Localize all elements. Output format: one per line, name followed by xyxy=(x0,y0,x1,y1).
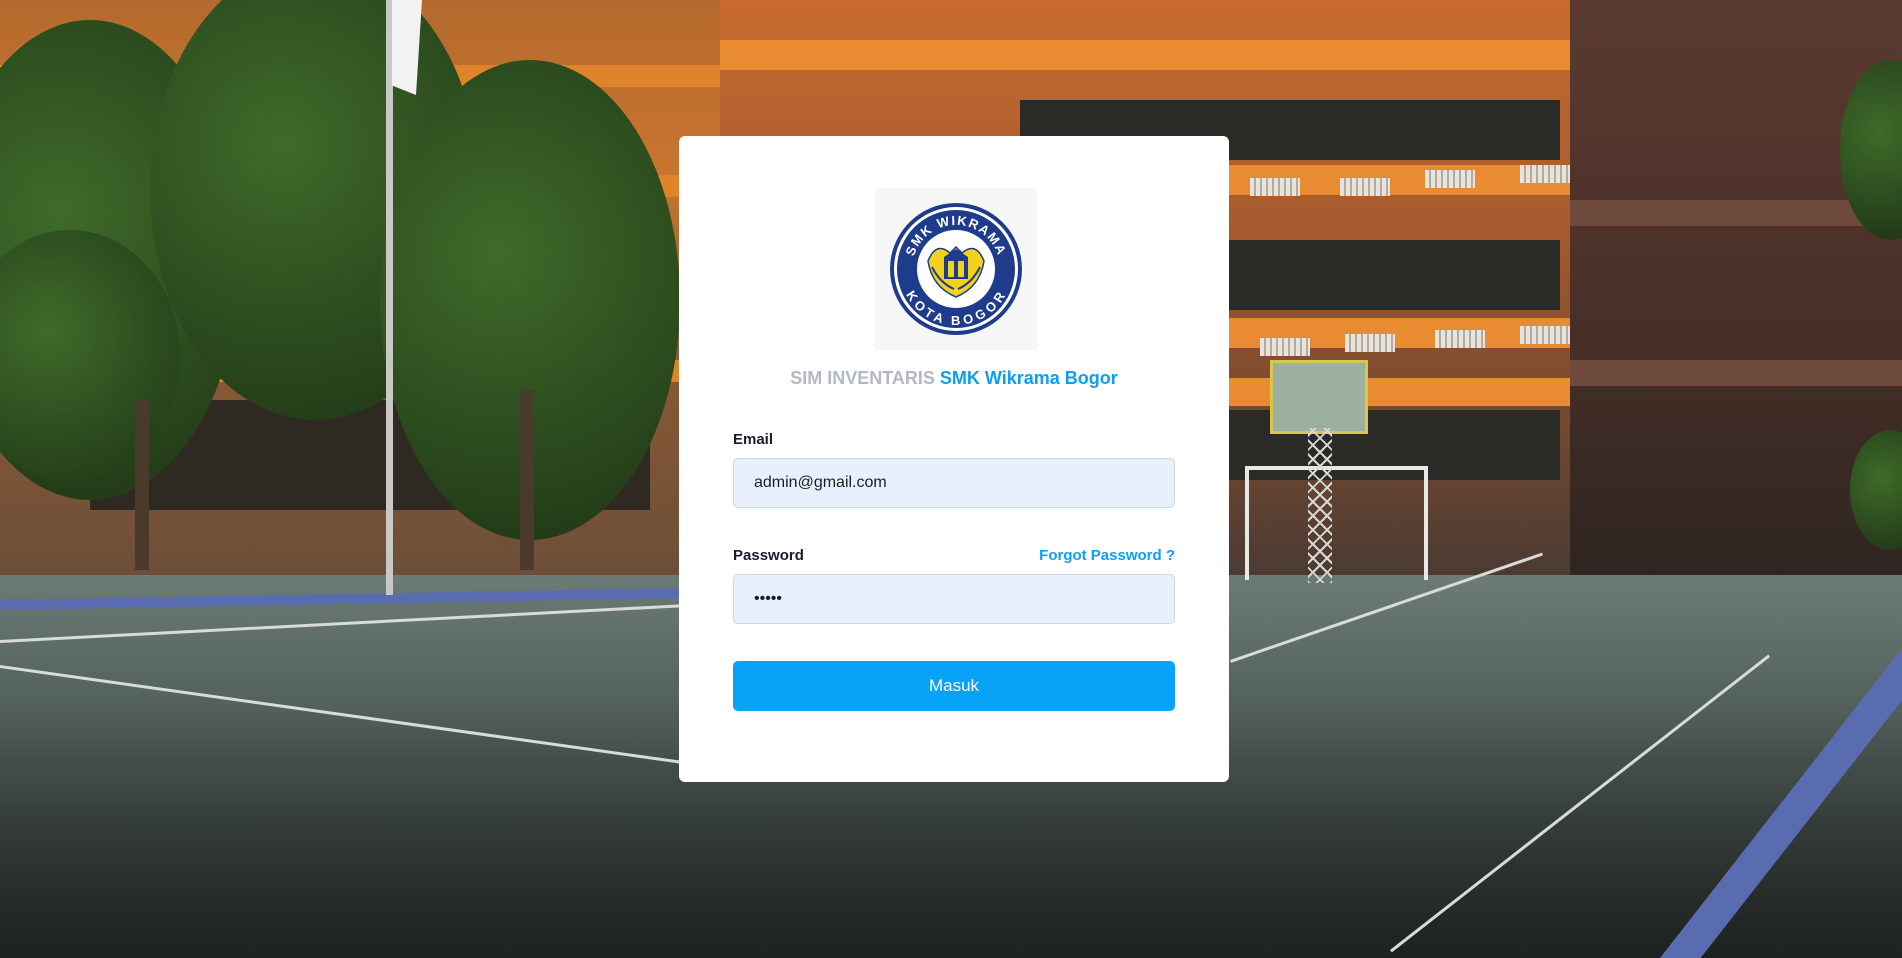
app-title: SIM INVENTARIS SMK Wikrama Bogor xyxy=(679,368,1229,389)
login-card: SMK WIKRAMA KOTA BOGOR SIM INVENTARIS SM… xyxy=(679,136,1229,782)
password-field[interactable]: ••••• xyxy=(733,574,1175,624)
logo-container: SMK WIKRAMA KOTA BOGOR xyxy=(875,188,1037,350)
email-field[interactable]: admin@gmail.com xyxy=(733,458,1175,508)
app-title-prefix: SIM INVENTARIS xyxy=(790,368,935,388)
password-field-value: ••••• xyxy=(754,590,783,607)
email-field-value: admin@gmail.com xyxy=(754,474,887,491)
password-label: Password xyxy=(733,547,804,564)
school-logo: SMK WIKRAMA KOTA BOGOR xyxy=(890,203,1022,335)
app-title-school: SMK Wikrama Bogor xyxy=(939,368,1118,388)
email-label: Email xyxy=(733,431,774,448)
login-button[interactable]: Masuk xyxy=(733,661,1175,711)
forgot-password-link[interactable]: Forgot Password ? xyxy=(1039,547,1175,564)
